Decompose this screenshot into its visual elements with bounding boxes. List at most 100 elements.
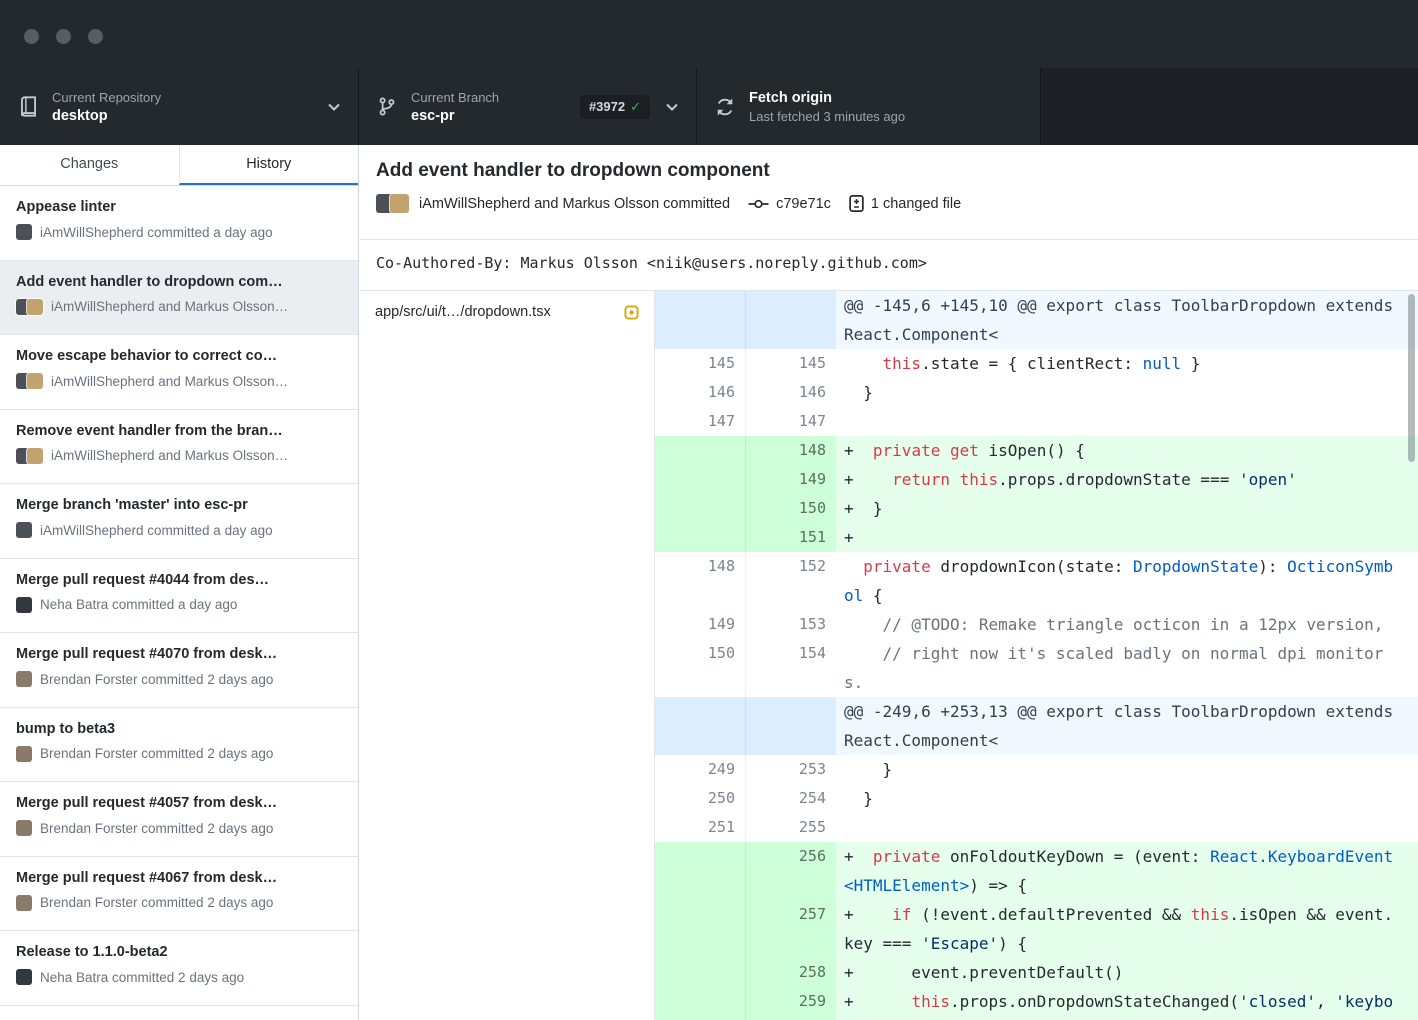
app-window: Current Repository desktop Current Branc… <box>0 0 1418 1020</box>
new-line-number: 150 <box>745 494 836 523</box>
diff-line: @@ -145,6 +145,10 @@ export class Toolba… <box>836 291 1418 349</box>
avatar-image <box>27 373 43 389</box>
new-line-number: 146 <box>745 378 836 407</box>
old-line-number <box>655 465 745 494</box>
history-list-item[interactable]: Merge pull request #4044 from des…Neha B… <box>0 559 358 634</box>
avatar <box>16 299 43 315</box>
old-line-number: 249 <box>655 755 745 784</box>
branch-dropdown-button[interactable]: Current Branch esc-pr #3972 ✓ <box>359 68 697 145</box>
diff-view: @@ -145,6 +145,10 @@ export class Toolba… <box>655 291 1418 1020</box>
branch-label: Current Branch <box>411 90 499 105</box>
diff-line: + return this.props.dropdownState === 'o… <box>836 465 1418 494</box>
commit-list-byline-row: iAmWillShepherd committed a day ago <box>16 522 342 538</box>
diff-line: } <box>836 378 1418 407</box>
avatar <box>16 969 32 985</box>
minimize-window-button[interactable] <box>56 29 71 44</box>
chevron-down-icon <box>328 103 340 111</box>
diff-row-ctx: 147147 <box>655 407 1418 436</box>
commit-avatars <box>376 194 409 213</box>
diff-line-text: @@ -249,6 +253,13 @@ export class Toolba… <box>844 697 1397 755</box>
history-list-item[interactable]: Merge pull request #4070 from desk…Brend… <box>0 633 358 708</box>
commit-title: Add event handler to dropdown component <box>376 160 1402 182</box>
branch-name: esc-pr <box>411 108 499 124</box>
old-line-number <box>655 523 745 552</box>
commit-list-byline: iAmWillShepherd and Markus Olsson… <box>51 374 288 389</box>
old-line-number: 250 <box>655 784 745 813</box>
repository-dropdown-button[interactable]: Current Repository desktop <box>0 68 359 145</box>
commit-list-title: Merge branch 'master' into esc-pr <box>16 497 342 513</box>
avatar-image <box>16 969 32 985</box>
diff-row-add: 259+ this.props.onDropdownStateChanged('… <box>655 987 1418 1020</box>
repo-label: Current Repository <box>52 90 161 105</box>
old-line-number <box>655 436 745 465</box>
avatar <box>16 373 43 389</box>
history-list-item[interactable]: Merge pull request #4067 from desk… Brend… <box>0 857 358 932</box>
history-list-item[interactable]: Merge pull request #4073 from des… <box>0 1006 358 1020</box>
close-window-button[interactable] <box>24 29 39 44</box>
history-list-item[interactable]: bump to beta3Brendan Forster committed 2… <box>0 708 358 783</box>
commit-list-byline: Brendan Forster committed 2 days ago <box>40 672 273 687</box>
history-list-item[interactable]: Merge branch 'master' into esc-pr iAmWill… <box>0 484 358 559</box>
commit-list-byline-row: iAmWillShepherd and Markus Olsson… <box>16 448 342 464</box>
commit-list-byline-row: iAmWillShepherd committed a day ago <box>16 224 342 240</box>
commit-list-byline: iAmWillShepherd and Markus Olsson… <box>51 299 288 314</box>
modified-status-icon <box>624 305 639 320</box>
history-list-item[interactable]: Remove event handler from the bran… iAmWi… <box>0 410 358 485</box>
avatar <box>16 671 32 687</box>
history-list-item[interactable]: Release to 1.1.0-beta2Neha Batra committ… <box>0 931 358 1006</box>
commit-sha-group: c79e71c <box>748 196 831 212</box>
old-line-number <box>655 697 745 755</box>
old-line-number <box>655 900 745 958</box>
new-line-number: 253 <box>745 755 836 784</box>
diff-line: + <box>836 523 1418 552</box>
history-list-item[interactable]: Move escape behavior to correct co…iAmWi… <box>0 335 358 410</box>
avatar <box>16 224 32 240</box>
history-list-item[interactable]: Merge pull request #4057 from desk…Brend… <box>0 782 358 857</box>
old-line-number: 148 <box>655 552 745 610</box>
diff-line-text: + private get isOpen() { <box>844 436 1397 465</box>
tab-changes[interactable]: Changes <box>0 145 179 185</box>
old-line-number: 150 <box>655 639 745 697</box>
diff-line-text: // @TODO: Remake triangle octicon in a 1… <box>844 610 1397 639</box>
traffic-lights <box>24 29 103 44</box>
avatar-image <box>16 820 32 836</box>
history-list-item[interactable]: Add event handler to dropdown com…iAmWil… <box>0 261 358 336</box>
diff-line-text: } <box>844 784 1397 813</box>
commit-list-byline: Brendan Forster committed 2 days ago <box>40 895 273 910</box>
old-line-number: 146 <box>655 378 745 407</box>
new-line-number: 254 <box>745 784 836 813</box>
commit-meta: iAmWillShepherd and Markus Olsson commit… <box>376 194 1402 213</box>
diff-row-add: 257+ if (!event.defaultPrevented && this… <box>655 900 1418 958</box>
diff-line: } <box>836 784 1418 813</box>
zoom-window-button[interactable] <box>88 29 103 44</box>
commit-list-byline-row: Neha Batra committed 2 days ago <box>16 969 342 985</box>
diff-row-add: 149+ return this.props.dropdownState ===… <box>655 465 1418 494</box>
diff-row-ctx: 249253 } <box>655 755 1418 784</box>
diff-line-text <box>844 813 1397 842</box>
avatar <box>16 448 43 464</box>
fetch-subtitle: Last fetched 3 minutes ago <box>749 109 905 124</box>
diff-line-text: } <box>844 378 1397 407</box>
commit-list-byline: Neha Batra committed 2 days ago <box>40 970 244 985</box>
diff-row-ctx: 150154 // right now it's scaled badly on… <box>655 639 1418 697</box>
scrollbar-thumb[interactable] <box>1408 294 1415 462</box>
branch-icon <box>377 96 399 118</box>
fetch-origin-button[interactable]: Fetch origin Last fetched 3 minutes ago <box>697 68 1041 145</box>
diff-line-text: + if (!event.defaultPrevented && this.is… <box>844 900 1397 958</box>
commit-sha: c79e71c <box>776 196 831 212</box>
file-list-item[interactable]: app/src/ui/t…/dropdown.tsx <box>360 291 654 333</box>
old-line-number: 251 <box>655 813 745 842</box>
diff-line <box>836 407 1418 436</box>
diff-line-text: } <box>844 755 1397 784</box>
commit-list-byline: Brendan Forster committed 2 days ago <box>40 821 273 836</box>
history-list-item[interactable]: Appease linteriAmWillShepherd committed … <box>0 186 358 261</box>
commit-list-byline: iAmWillShepherd committed a day ago <box>40 225 273 240</box>
commit-list-title: Merge pull request #4067 from desk… <box>16 870 342 886</box>
tab-history[interactable]: History <box>179 145 359 185</box>
chevron-down-icon <box>666 103 678 111</box>
commit-list-title: Remove event handler from the bran… <box>16 423 342 439</box>
commit-list-byline-row: Brendan Forster committed 2 days ago <box>16 895 342 911</box>
commit-byline: iAmWillShepherd and Markus Olsson commit… <box>419 196 730 212</box>
new-line-number <box>745 291 836 349</box>
new-line-number: 153 <box>745 610 836 639</box>
